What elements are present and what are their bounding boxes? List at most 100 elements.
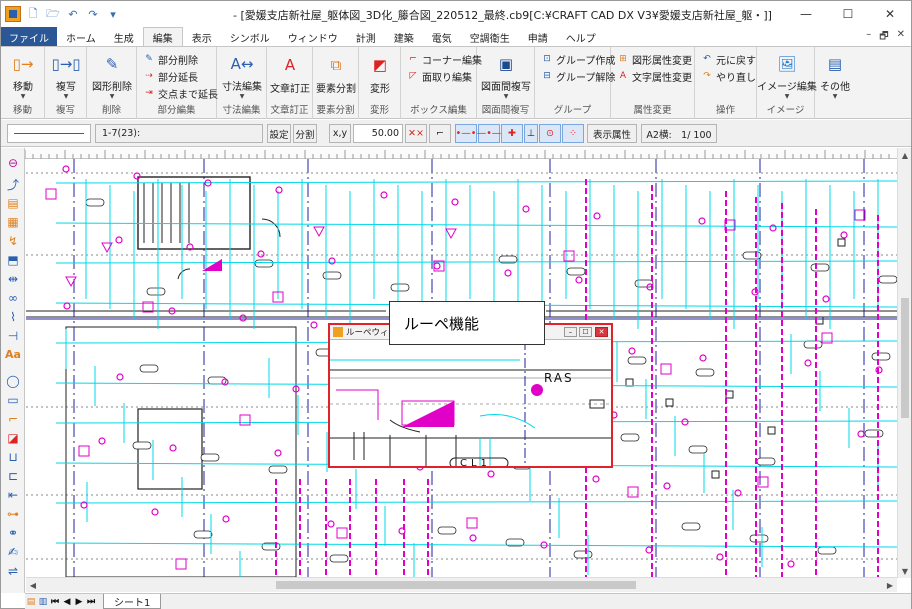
prev-sheet-icon[interactable]: ◀ xyxy=(61,597,73,607)
next-sheet-icon[interactable]: ▶ xyxy=(73,597,85,607)
rounded-rect-tool-icon[interactable]: ▭ xyxy=(4,391,22,409)
tab-file[interactable]: ファイル xyxy=(1,27,57,47)
first-sheet-icon[interactable]: ⏮ xyxy=(49,597,61,607)
partial-extend-button[interactable]: ⇢ 部分延長 xyxy=(143,68,198,84)
customize-dropdown-icon[interactable]: ▾ xyxy=(105,6,121,22)
partial-delete-button[interactable]: ✎ 部分削除 xyxy=(143,51,198,67)
snap-intersection-icon[interactable]: ✚ xyxy=(501,124,523,143)
close-button[interactable]: ✕ xyxy=(869,1,911,27)
layer-field[interactable]: 1-7(23): xyxy=(95,124,263,143)
snap-midpoint-icon[interactable]: —•— xyxy=(477,124,501,143)
vertical-scrollbar[interactable]: ▲ ▼ xyxy=(897,148,911,578)
minimize-button[interactable]: — xyxy=(785,1,827,27)
network-tool-icon[interactable]: ⚭ xyxy=(4,524,22,542)
tab-home[interactable]: ホーム xyxy=(57,27,105,47)
fill-box-tool-icon[interactable]: ◪ xyxy=(4,429,22,447)
tab-electric[interactable]: 電気 xyxy=(423,27,461,47)
loupe-minimize-button[interactable]: – xyxy=(564,327,577,337)
redo-button[interactable]: ↷ やり直し xyxy=(701,68,756,84)
interdrawing-copy-button[interactable]: ▣ 図面間複写 ▼ xyxy=(481,50,531,100)
other-button[interactable]: ▤ その他 ▼ xyxy=(815,50,855,100)
dimension-edit-button[interactable]: A↔ 寸法編集 ▼ xyxy=(222,50,262,100)
tab-application[interactable]: 申請 xyxy=(519,27,557,47)
u-shape-tool-icon[interactable]: ⊔ xyxy=(4,448,22,466)
stair-tool-icon[interactable]: ↯ xyxy=(4,232,22,250)
ribbon-restore-icon[interactable]: 🗗 xyxy=(879,29,888,46)
chain-tool-icon[interactable]: ∞ xyxy=(4,289,22,307)
offset-icon[interactable]: ✕× xyxy=(405,124,427,143)
tab-window[interactable]: ウィンドウ xyxy=(279,27,347,47)
last-sheet-icon[interactable]: ⏭ xyxy=(85,597,97,607)
text-edit-button[interactable]: A 文章訂正 xyxy=(270,50,310,100)
brush-tool-icon[interactable]: ✍ xyxy=(4,543,22,561)
leader-tool-icon[interactable]: ⊣ xyxy=(4,327,22,345)
redo-icon[interactable]: ↷ xyxy=(85,6,101,22)
snap-center-icon[interactable]: ⊙ xyxy=(539,124,561,143)
delete-shape-button[interactable]: ✎ 図形削除 ▼ xyxy=(92,50,132,100)
ribbon-minimize-icon[interactable]: – xyxy=(866,29,871,46)
snap-perpendicular-icon[interactable]: ⊥ xyxy=(524,124,538,143)
scroll-right-icon[interactable]: ▶ xyxy=(883,578,897,592)
sheet-options-icon[interactable]: ▤ xyxy=(25,597,37,607)
fill-tool-icon[interactable]: ⬒ xyxy=(4,251,22,269)
tab-view[interactable]: 表示 xyxy=(183,27,221,47)
group-release-button[interactable]: ⊟ グループ解除 xyxy=(541,68,615,84)
value-input[interactable]: 50.00 xyxy=(353,124,403,143)
spring-tool-icon[interactable]: ⌇ xyxy=(4,308,22,326)
snap-grid-icon[interactable]: ⁘ xyxy=(562,124,584,143)
circle-line-tool-icon[interactable]: ⊖ xyxy=(4,154,22,172)
shape-attr-change-button[interactable]: ⊞ 図形属性変更 xyxy=(617,51,692,67)
copy-button[interactable]: ▯→▯ 複写 ▼ xyxy=(46,50,86,100)
sheet-add-icon[interactable]: ▥ xyxy=(37,597,49,607)
scroll-left-icon[interactable]: ◀ xyxy=(26,578,40,592)
ribbon-close-icon[interactable]: ✕ xyxy=(897,29,905,46)
scroll-down-icon[interactable]: ▼ xyxy=(898,564,912,578)
group-create-button[interactable]: ⊡ グループ作成 xyxy=(541,51,615,67)
text-attr-change-button[interactable]: A 文字属性変更 xyxy=(617,68,692,84)
pipe-tool-icon[interactable]: ⊶ xyxy=(4,505,22,523)
tab-generate[interactable]: 生成 xyxy=(105,27,143,47)
tab-help[interactable]: ヘルプ xyxy=(557,27,605,47)
new-file-icon[interactable]: 🗋 xyxy=(25,6,41,22)
circle-tool-icon[interactable]: ◯ xyxy=(4,372,22,390)
corner-snap-icon[interactable]: ⌐ xyxy=(429,124,451,143)
scroll-up-icon[interactable]: ▲ xyxy=(898,148,912,162)
polyline-tool-icon[interactable]: ⤴ xyxy=(4,175,22,193)
step-tool-icon[interactable]: ⌐ xyxy=(4,410,22,428)
vertical-scroll-thumb[interactable] xyxy=(901,298,909,418)
horizontal-scrollbar[interactable]: ◀ ▶ xyxy=(26,577,897,592)
dimension-tool-icon[interactable]: ⇹ xyxy=(4,270,22,288)
settings-button[interactable]: 設定 xyxy=(267,124,291,143)
element-split-button[interactable]: ⧉ 要素分割 xyxy=(316,50,356,100)
sheet-tab[interactable]: シート1 xyxy=(103,594,162,609)
transform-button[interactable]: ◩ 変形 xyxy=(360,50,400,100)
tab-edit[interactable]: 編集 xyxy=(142,27,183,47)
horizontal-scroll-thumb[interactable] xyxy=(276,581,636,589)
loupe-maximize-button[interactable]: ☐ xyxy=(579,327,592,337)
move-button[interactable]: ▯→ 移動 ▼ xyxy=(3,50,43,100)
wall-tool-icon[interactable]: ▤ xyxy=(4,194,22,212)
measure-tool-icon[interactable]: ⇌ xyxy=(4,562,22,580)
maximize-button[interactable]: ☐ xyxy=(827,1,869,27)
tab-hvac[interactable]: 空調衛生 xyxy=(461,27,519,47)
image-edit-button[interactable]: 🖼 イメージ編集 ▼ xyxy=(757,50,817,100)
display-attr-button[interactable]: 表示属性 xyxy=(587,124,637,143)
loupe-close-button[interactable]: ✕ xyxy=(595,327,608,337)
extend-to-intersection-button[interactable]: ⇥ 交点まで延長 xyxy=(143,85,218,101)
undo-icon[interactable]: ↶ xyxy=(65,6,81,22)
tab-measure[interactable]: 計測 xyxy=(347,27,385,47)
text-tool-icon[interactable]: Aa xyxy=(4,345,22,363)
tab-architecture[interactable]: 建築 xyxy=(385,27,423,47)
hatch-tool-icon[interactable]: ▦ xyxy=(4,213,22,231)
divide-button[interactable]: 分割 xyxy=(293,124,317,143)
line-style-preview[interactable] xyxy=(7,124,91,143)
tab-symbol[interactable]: シンボル xyxy=(221,27,279,47)
arrow-tool-icon[interactable]: ⇤ xyxy=(4,486,22,504)
open-folder-icon[interactable]: 🗁 xyxy=(45,6,61,22)
undo-button[interactable]: ↶ 元に戻す xyxy=(701,51,756,67)
corner-edit-button[interactable]: ⌐ コーナー編集 xyxy=(407,51,482,67)
bracket-tool-icon[interactable]: ⊏ xyxy=(4,467,22,485)
coordinate-icon[interactable]: x,y xyxy=(329,124,351,143)
snap-endpoint-icon[interactable]: •—• xyxy=(455,124,477,143)
chamfer-edit-button[interactable]: ◸ 面取り編集 xyxy=(407,68,472,84)
